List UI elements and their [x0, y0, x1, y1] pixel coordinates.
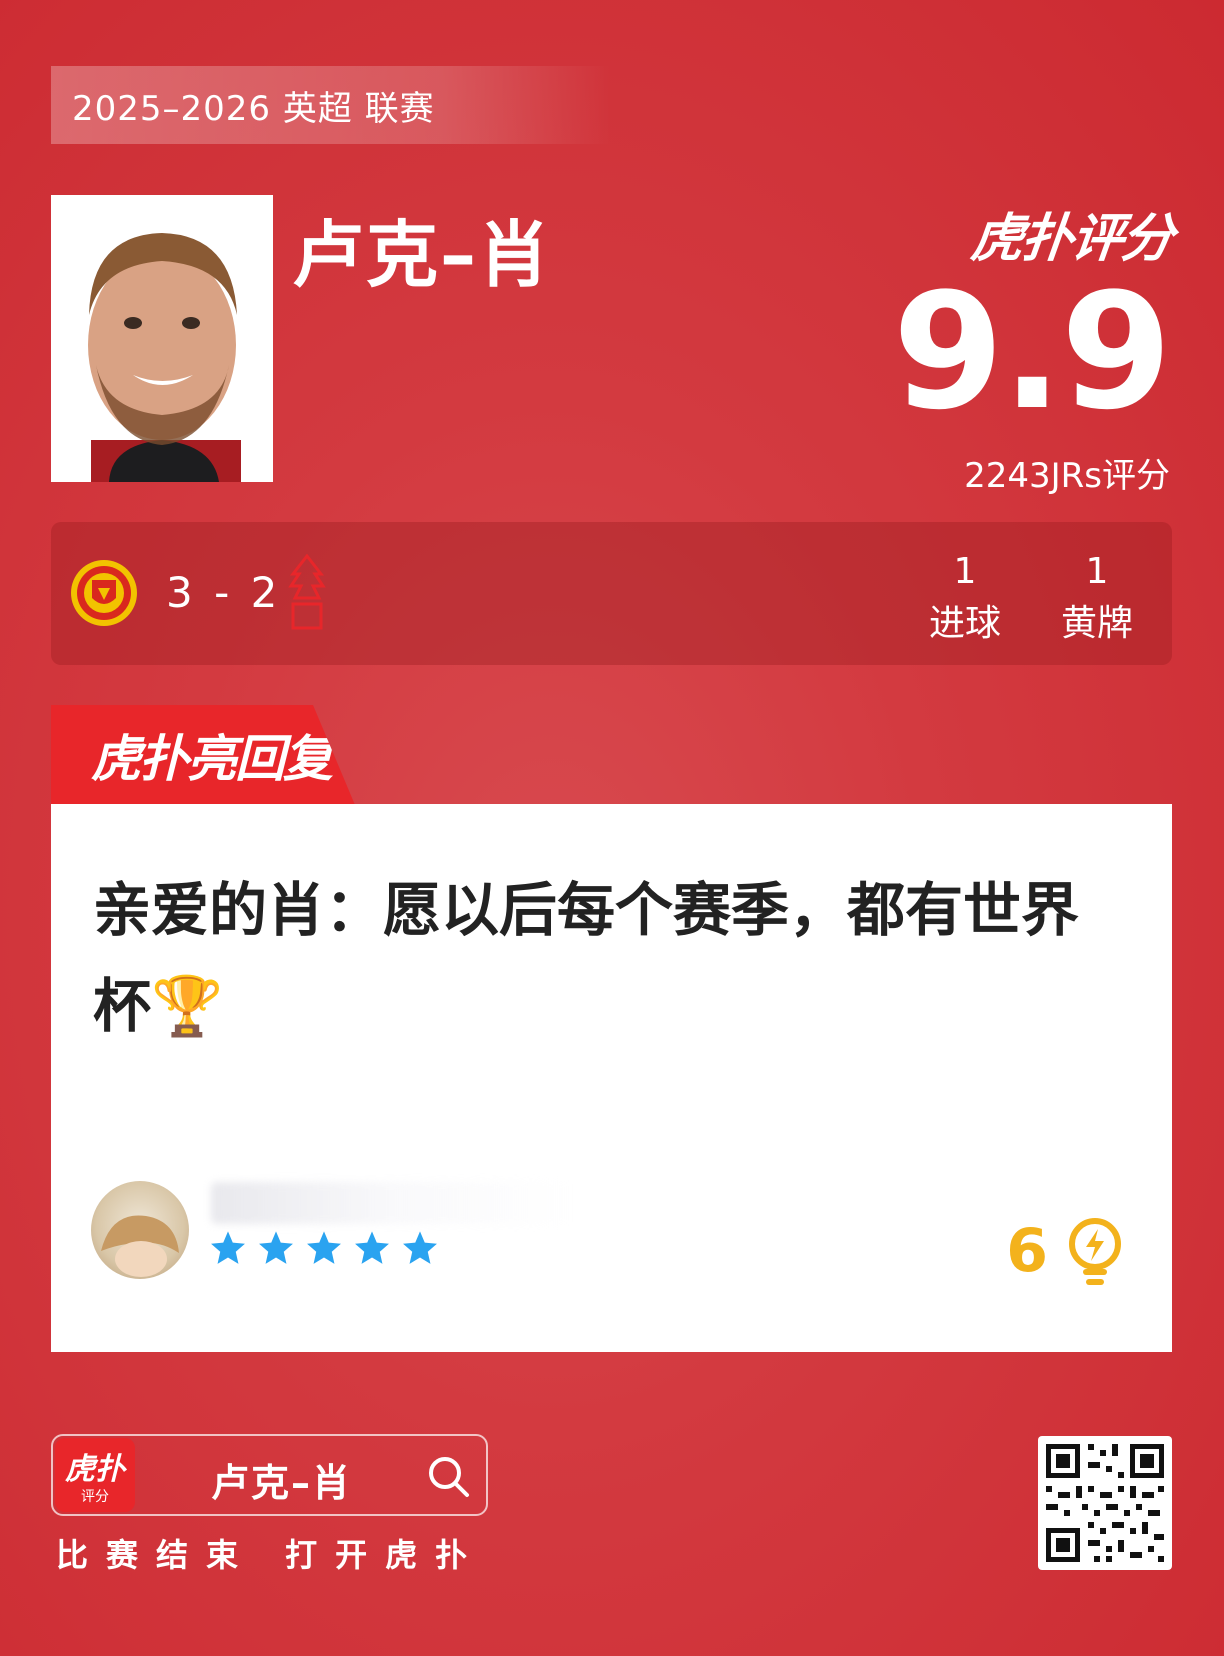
season-banner: 2025–2026 英超 联赛 [51, 66, 611, 144]
stat-goals-label: 进球 [929, 603, 1002, 644]
avatar[interactable] [91, 1181, 189, 1279]
player-photo [51, 195, 273, 482]
app-icon-label: 虎扑 [65, 1452, 125, 1487]
match-summary: 3 - 2 1 进球 1 黄牌 [51, 522, 1172, 665]
star-icon [307, 1231, 341, 1264]
star-icon [403, 1231, 437, 1264]
hupu-top-reply-tab: 虎扑亮回复 [51, 705, 355, 805]
app-icon-sublabel: 评分 [81, 1489, 109, 1505]
player-name: 卢克–肖 [292, 213, 553, 297]
qr-code [1038, 1436, 1172, 1570]
star-icon [211, 1231, 245, 1264]
light-count: 6 [1006, 1216, 1048, 1286]
search-box[interactable]: 虎扑 评分 卢克–肖 [51, 1434, 488, 1516]
footer-caption: 比赛结束 打开虎扑 [56, 1536, 486, 1574]
stat-yellow-cards: 1 黄牌 [1061, 546, 1133, 650]
search-term: 卢克–肖 [211, 1461, 353, 1505]
star-icon [259, 1231, 293, 1264]
reply-text: 亲爱的肖：愿以后每个赛季，都有世界杯🏆 [93, 876, 1080, 1040]
nottingham-forest-crest-icon [288, 554, 326, 630]
lightbulb-icon[interactable] [1066, 1217, 1124, 1289]
star-rating [209, 1229, 439, 1267]
match-score: 3 - 2 [166, 568, 282, 617]
stat-goals-value: 1 [953, 551, 977, 592]
rating-score: 9.9 [892, 258, 1172, 445]
search-icon[interactable] [426, 1454, 470, 1498]
rating-voter-count: 2243JRs评分 [964, 456, 1170, 496]
star-icon [355, 1231, 389, 1264]
hupu-app-icon: 虎扑 评分 [55, 1438, 135, 1512]
stat-yellow-cards-value: 1 [1085, 551, 1109, 592]
reply-card: 亲爱的肖：愿以后每个赛季，都有世界杯🏆 6 [51, 804, 1172, 1352]
stat-yellow-cards-label: 黄牌 [1061, 603, 1134, 644]
username-blurred [211, 1182, 571, 1224]
stat-goals: 1 进球 [929, 546, 1001, 650]
manchester-united-crest-icon [71, 560, 137, 626]
